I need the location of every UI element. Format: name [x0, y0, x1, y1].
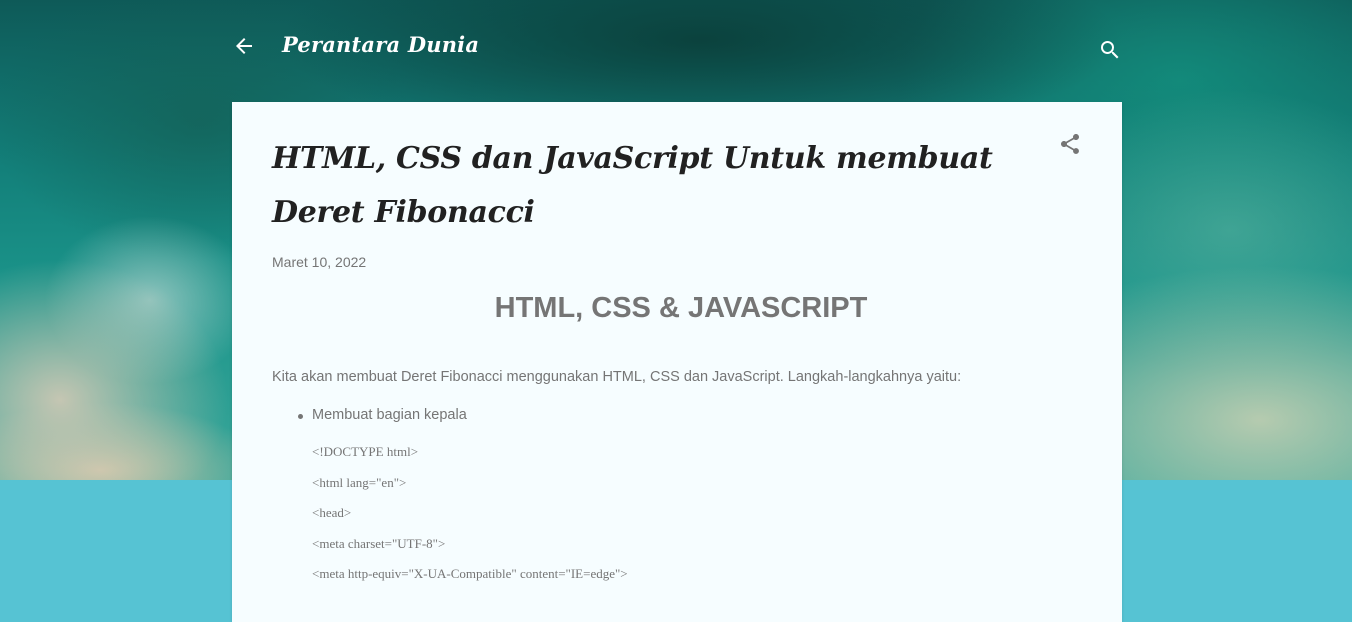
share-button[interactable] [1058, 132, 1082, 156]
post-date[interactable]: Maret 10, 2022 [272, 254, 366, 270]
arrow-left-icon [236, 38, 252, 54]
blog-title[interactable]: Perantara Dunia [282, 32, 479, 57]
list-item: Membuat bagian kepala [272, 407, 467, 423]
code-block: <!DOCTYPE html> <html lang="en"> <head> … [312, 443, 628, 596]
code-line: <meta charset="UTF-8"> [312, 535, 446, 551]
blog-header: Perantara Dunia [232, 28, 1122, 68]
code-line: <html lang="en"> [312, 474, 407, 490]
post-intro: Kita akan membuat Deret Fibonacci menggu… [272, 369, 962, 385]
list-item-label: Membuat bagian kepala [312, 407, 467, 423]
code-line: <meta http-equiv="X-UA-Compatible" conte… [312, 566, 628, 581]
code-line: <head> [312, 505, 352, 520]
post-card: HTML, CSS dan JavaScript Untuk membuat D… [232, 102, 1122, 622]
share-icon [1061, 134, 1079, 154]
code-line: <!DOCTYPE html> [312, 444, 419, 459]
search-icon [1101, 41, 1119, 59]
post-heading: HTML, CSS & JAVASCRIPT [494, 292, 868, 324]
search-button[interactable] [1098, 38, 1122, 62]
bullet-icon [298, 414, 303, 419]
post-title: HTML, CSS dan JavaScript Untuk membuat D… [272, 141, 993, 230]
back-button[interactable] [232, 34, 256, 58]
steps-list: Membuat bagian kepala [272, 407, 467, 423]
